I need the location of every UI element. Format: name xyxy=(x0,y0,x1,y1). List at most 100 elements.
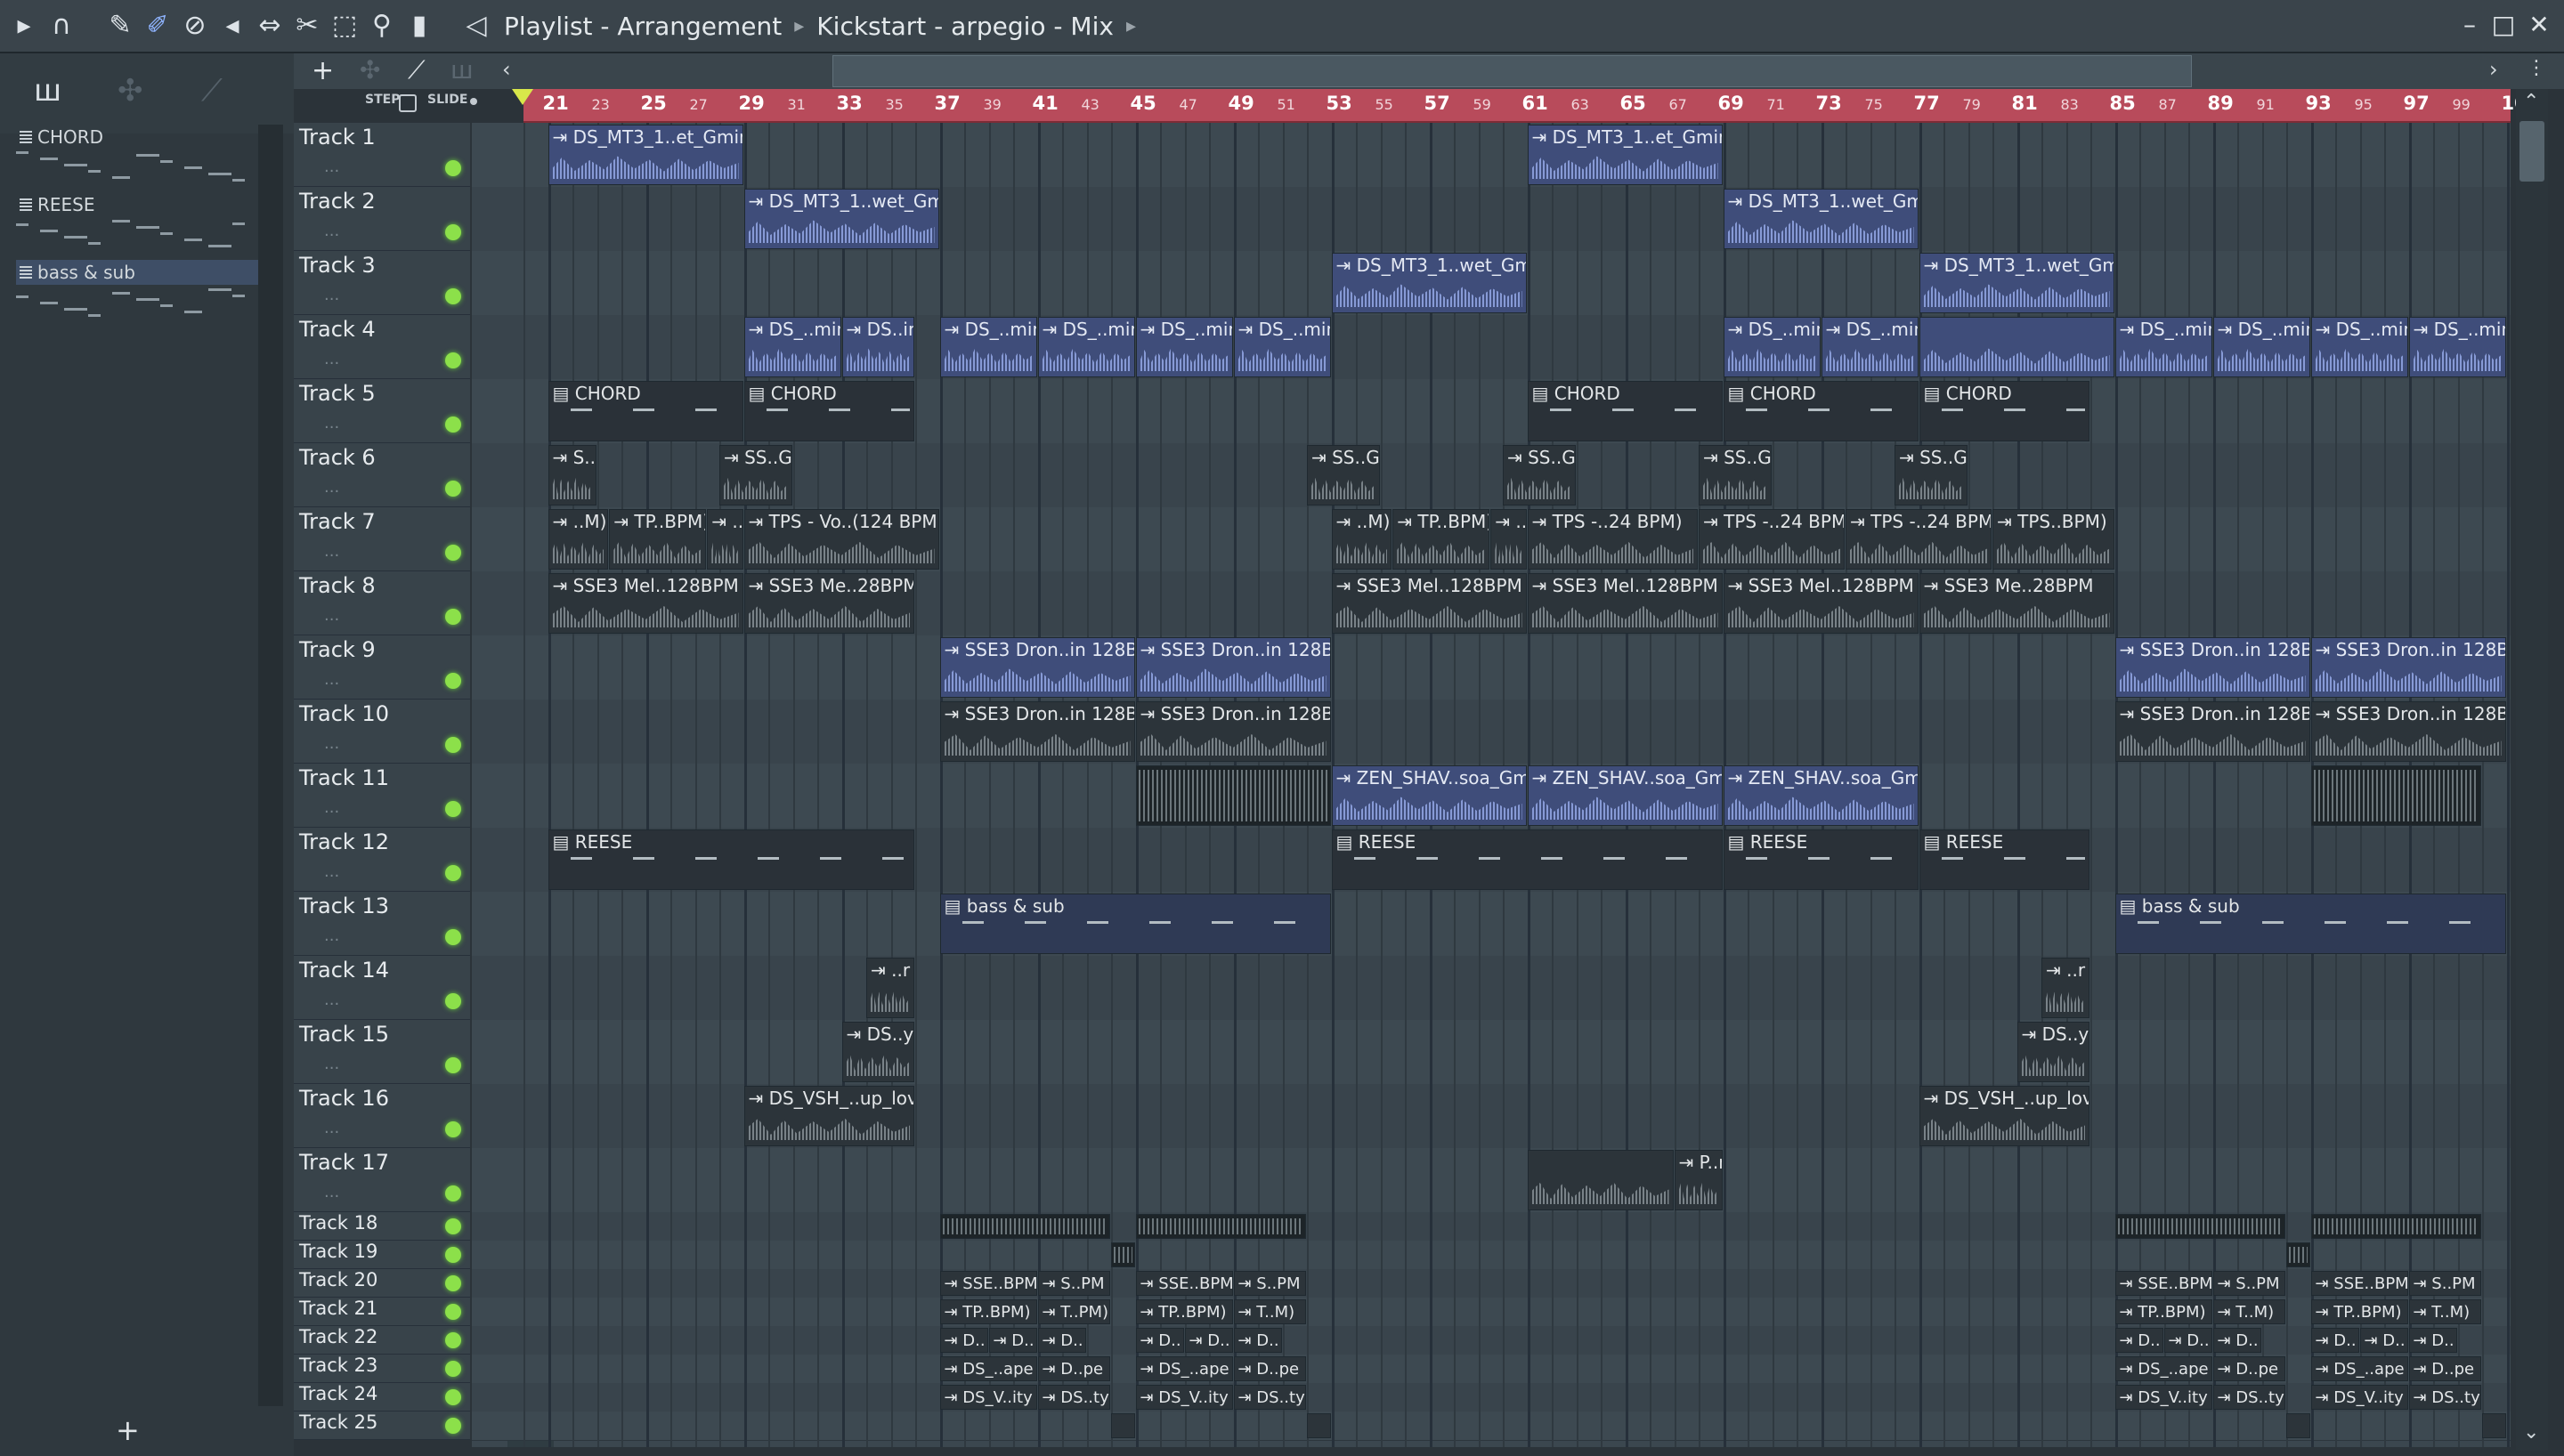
audio-clip[interactable]: ⇥ DS..in xyxy=(841,317,914,377)
audio-clip[interactable]: ⇥ S..PM xyxy=(1233,1271,1306,1296)
audio-clip[interactable]: ⇥ DS_V..ity xyxy=(2310,1385,2408,1410)
audio-clip[interactable]: ⇥ SSE3 Mel..128BPM xyxy=(548,573,743,634)
pencil-icon[interactable]: ✎ xyxy=(103,9,137,43)
track-options-dots[interactable]: ··· xyxy=(324,162,339,181)
track-mute-led[interactable] xyxy=(445,545,461,561)
audio-clip[interactable]: ⇥ SS..G xyxy=(1699,445,1772,506)
audio-clip[interactable]: ⇥ D.. xyxy=(2212,1328,2261,1353)
audio-clip[interactable] xyxy=(2286,1242,2310,1267)
track-mute-led[interactable] xyxy=(445,801,461,817)
track-header[interactable]: Track 8 ··· xyxy=(294,571,470,635)
pattern-clip[interactable]: ▤ REESE xyxy=(1331,829,1723,890)
pattern-clip[interactable]: ▤ CHORD xyxy=(743,381,914,441)
audio-clip[interactable]: ⇥ SSE..BPM xyxy=(939,1271,1037,1296)
track-options-dots[interactable]: ··· xyxy=(324,1123,339,1142)
audio-clip[interactable] xyxy=(1135,765,1331,826)
track-mute-led[interactable] xyxy=(445,224,461,240)
vertical-scrollbar[interactable]: ⌃ ⌄ xyxy=(2516,89,2548,1451)
track-header[interactable]: Track 12 ··· xyxy=(294,828,470,892)
audio-clip[interactable]: ⇥ DS_MT3_1..et_Gmin xyxy=(1527,125,1723,185)
timeline-menu-icon[interactable]: ⋮ xyxy=(2527,57,2546,79)
audio-clip[interactable]: ⇥ SSE3 Me..28BPM xyxy=(1919,573,2114,634)
track-mute-led[interactable] xyxy=(445,481,461,497)
audio-clip[interactable]: ⇥ SS..G xyxy=(1503,445,1576,506)
audio-clip[interactable]: ⇥ TP..BPM) xyxy=(2310,1299,2408,1324)
speaker-icon[interactable]: ◁ xyxy=(459,9,493,43)
audio-clip[interactable]: ⇥ SS..G xyxy=(719,445,792,506)
audio-clip[interactable]: ⇥ DS_..min xyxy=(939,317,1037,377)
audio-clip[interactable]: ⇥ DS_MT3_1..et_Gmin xyxy=(548,125,743,185)
audio-clip[interactable]: ⇥ DS_..min xyxy=(1135,317,1233,377)
audio-clip[interactable]: ⇥ D..pe xyxy=(1037,1356,1110,1381)
audio-clip[interactable]: ⇥ T..M) xyxy=(1233,1299,1306,1324)
audio-clip[interactable]: ⇥ SS..G xyxy=(1895,445,1968,506)
pattern-clip[interactable]: ▤ CHORD xyxy=(1919,381,2089,441)
audio-clip[interactable]: ⇥ ..M) xyxy=(1331,509,1392,570)
audio-clip[interactable]: ⇥ D.. xyxy=(2114,1328,2163,1353)
audio-clip[interactable] xyxy=(1135,1214,1306,1239)
track-header[interactable]: Track 11 ··· xyxy=(294,764,470,828)
track-options-dots[interactable]: ··· xyxy=(324,418,339,437)
audio-clip[interactable]: ⇥ DS..y xyxy=(841,1022,914,1082)
track-header[interactable]: Track 2 ··· xyxy=(294,187,470,251)
audio-clip[interactable]: ⇥ S..G xyxy=(548,445,596,506)
audio-clip[interactable]: ⇥ SS..G xyxy=(1307,445,1380,506)
close-icon[interactable]: ✕ xyxy=(2521,7,2557,43)
pattern-clip[interactable]: ▤ CHORD xyxy=(548,381,743,441)
audio-clip[interactable]: ⇥ D.. xyxy=(2359,1328,2408,1353)
track-options-dots[interactable]: ··· xyxy=(324,482,339,501)
scroll-right-icon[interactable]: › xyxy=(2489,57,2498,82)
track-options-dots[interactable]: ··· xyxy=(324,354,339,373)
audio-clip[interactable]: ⇥ DS..ty xyxy=(2212,1385,2285,1410)
audio-clip[interactable]: ⇥ DS..ty xyxy=(1037,1385,1110,1410)
playlist-grid[interactable]: ⇥ DS_MT3_1..et_Gmin ⇥ DS_MT3_1..et_Gmin ⇥ … xyxy=(472,123,2511,1447)
track-mute-led[interactable] xyxy=(445,1332,461,1348)
audio-clip[interactable]: ⇥ D.. xyxy=(939,1328,988,1353)
audio-clip[interactable]: ⇥ DS_..ape xyxy=(1135,1356,1233,1381)
audio-clip[interactable]: ⇥ D.. xyxy=(2310,1328,2359,1353)
audio-clip[interactable]: ⇥ SSE3 Dron..in 128BPM xyxy=(939,637,1135,698)
pattern-clip[interactable]: ▤ REESE xyxy=(1723,829,1919,890)
audio-clip[interactable]: ⇥ DS_MT3_1..wet_Gmin xyxy=(1723,189,1919,249)
audio-clip[interactable]: ⇥ S..PM xyxy=(2408,1271,2481,1296)
audio-clip[interactable] xyxy=(2310,765,2481,826)
audio-clip[interactable]: ⇥ DS..ty xyxy=(1233,1385,1306,1410)
mute-icon[interactable]: ◂ xyxy=(215,9,249,43)
audio-clip[interactable]: ⇥ DS_V..ity xyxy=(939,1385,1037,1410)
track-header[interactable]: Track 18 xyxy=(294,1212,470,1241)
audio-clip[interactable]: ⇥ DS_..ape xyxy=(2114,1356,2212,1381)
pattern-item[interactable]: REESE xyxy=(12,192,255,260)
audio-clip[interactable]: ⇥ DS_VSH_..up_love xyxy=(1919,1086,2089,1146)
track-options-dots[interactable]: ··· xyxy=(324,1059,339,1078)
track-mute-led[interactable] xyxy=(445,1304,461,1320)
pattern-clip[interactable]: ▤ REESE xyxy=(548,829,914,890)
playback-icon[interactable]: ▮ xyxy=(402,9,436,43)
audio-clip[interactable]: ⇥ ZEN_SHAV..soa_Gmin xyxy=(1331,765,1527,826)
track-mute-led[interactable] xyxy=(445,1185,461,1201)
track-header[interactable]: Track 15 ··· xyxy=(294,1020,470,1084)
audio-clip[interactable]: ⇥ DS_MT3_1..wet_Gmin xyxy=(1331,253,1527,313)
track-header[interactable]: Track 5 ··· xyxy=(294,379,470,443)
track-mute-led[interactable] xyxy=(445,1361,461,1377)
track-header[interactable]: Track 1 ··· xyxy=(294,123,470,187)
playlist-menu-arrow-icon[interactable]: ▸ xyxy=(7,9,41,43)
pattern-clip[interactable]: ▤ bass & sub xyxy=(2114,894,2506,954)
grid-icon[interactable]: ш xyxy=(450,55,474,85)
track-header[interactable]: Track 9 ··· xyxy=(294,635,470,700)
track-mute-led[interactable] xyxy=(445,1418,461,1434)
audio-clip[interactable]: ⇥ D..pe xyxy=(2408,1356,2481,1381)
pattern-clip[interactable]: ▤ bass & sub xyxy=(939,894,1331,954)
audio-clip[interactable]: ⇥ SSE3 Dron..in 128BPM xyxy=(1135,637,1331,698)
track-header[interactable]: Track 14 ··· xyxy=(294,956,470,1020)
audio-clip[interactable]: ⇥ DS_..min xyxy=(2408,317,2506,377)
audio-clip[interactable] xyxy=(1111,1242,1135,1267)
audio-clip[interactable]: ⇥ T..PM) xyxy=(1037,1299,1110,1324)
track-mute-led[interactable] xyxy=(445,737,461,753)
breadcrumb-project[interactable]: Kickstart - arpegio - Mix xyxy=(816,12,1114,41)
audio-clip[interactable]: ⇥ SSE3 Mel..128BPM xyxy=(1527,573,1723,634)
audio-clip[interactable]: ⇥ TPS -..24 BPM) xyxy=(1527,509,1698,570)
track-header[interactable]: Track 20 xyxy=(294,1269,470,1298)
track-options-dots[interactable]: ··· xyxy=(324,546,339,565)
audio-clip[interactable]: ⇥ T..M) xyxy=(2408,1299,2481,1324)
track-options-dots[interactable]: ··· xyxy=(324,867,339,886)
